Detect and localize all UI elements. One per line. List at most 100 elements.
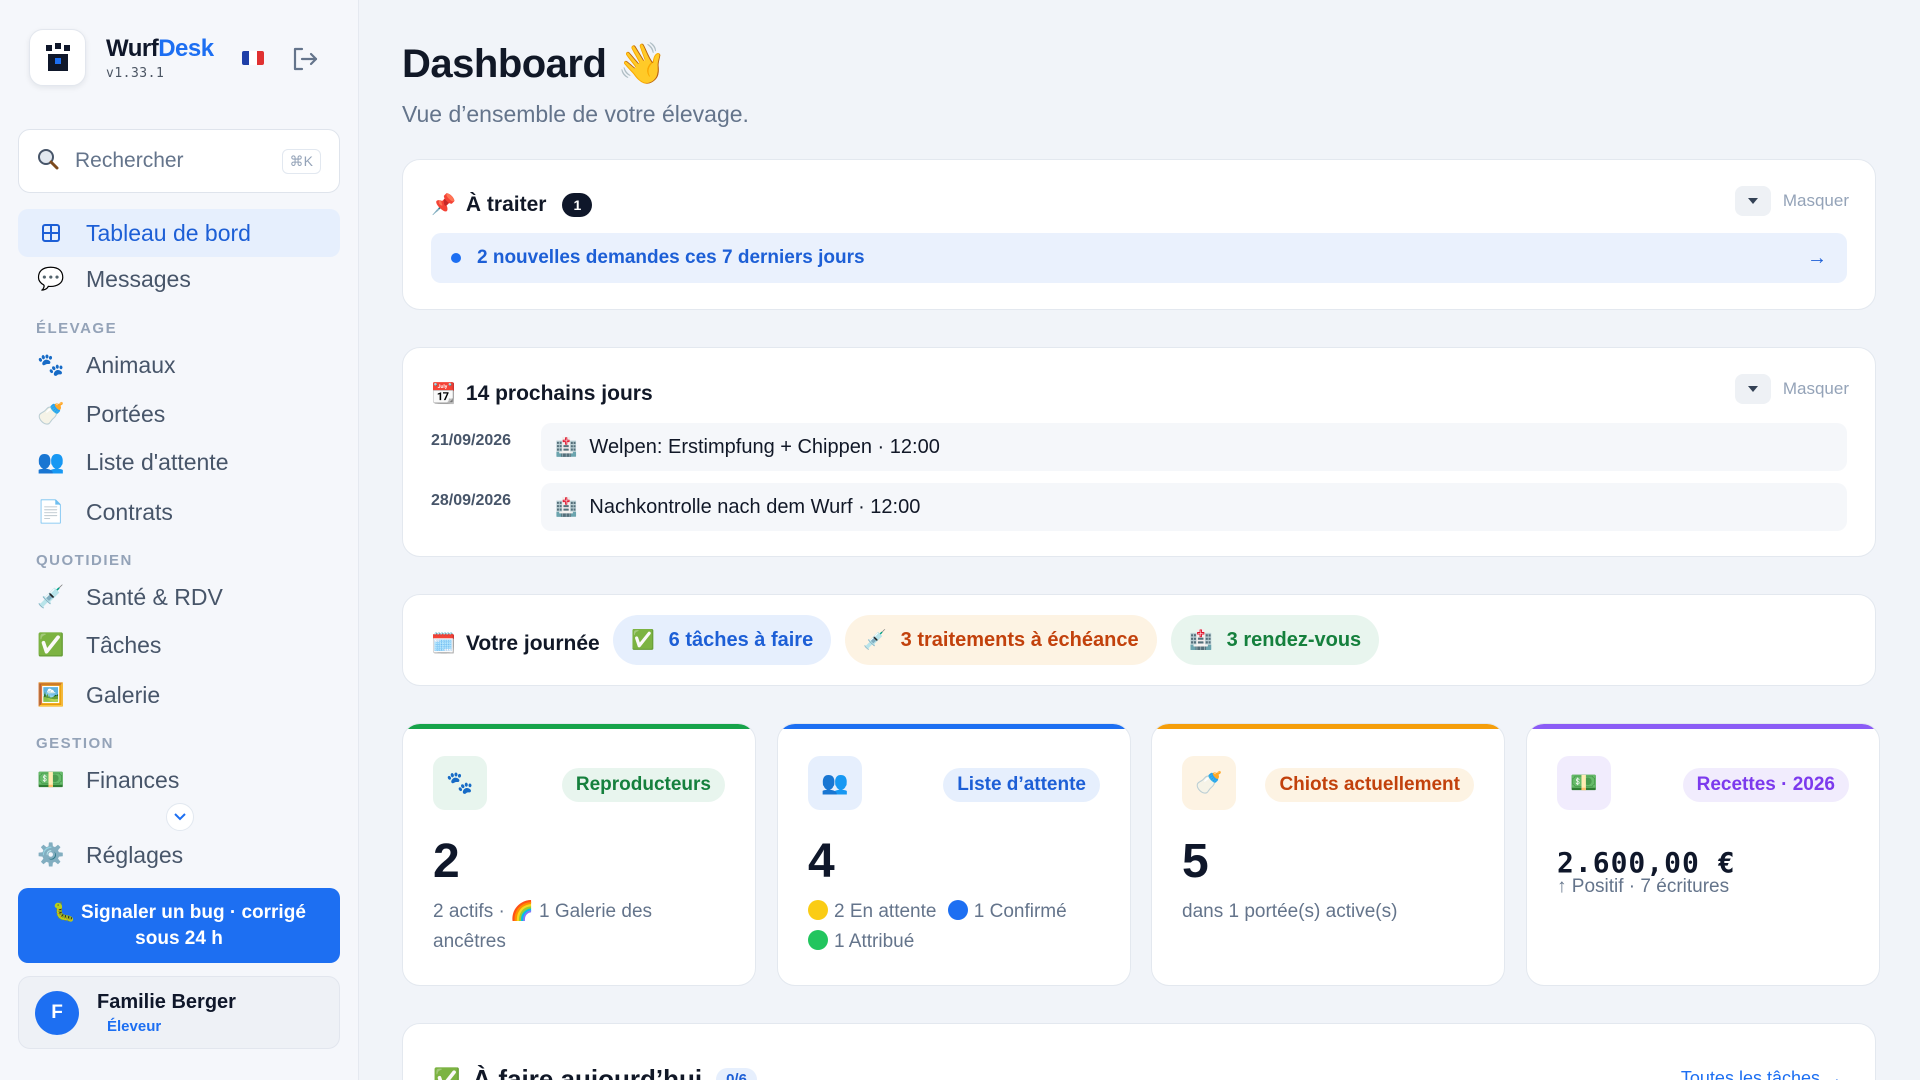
stat-value: 2 [433, 835, 460, 888]
bug-icon: 🐛 [52, 901, 82, 923]
sidebar-item-settings[interactable]: ⚙️ Réglages [18, 831, 340, 879]
sidebar-item-finances[interactable]: 💵 Finances [18, 756, 340, 804]
stat-badge: Chiots actuellement [1265, 768, 1474, 802]
sidebar-item-health[interactable]: 💉 Santé & RDV [18, 573, 340, 621]
event-date: 28/09/2026 [431, 492, 512, 509]
avatar: F [35, 990, 79, 1035]
brand[interactable]: WurfDesk v1.33.1 [29, 29, 214, 86]
stat-badge: Recettes · 2026 [1682, 768, 1849, 802]
hospital-icon: 🏥 [555, 436, 578, 457]
check-mark-icon: ✅ [37, 632, 65, 657]
search-placeholder: Rechercher [75, 149, 184, 172]
user-profile[interactable]: F Familie Berger Éleveur [18, 976, 340, 1049]
stat-value: 4 [808, 835, 835, 888]
baby-bottle-icon: 🍼 [37, 401, 65, 426]
stat-badge: Liste d’attente [943, 768, 1100, 802]
sidebar-item-label: Portées [86, 400, 166, 427]
stat-card-revenue[interactable]: 💵 Recettes · 2026 2.600,00 € ↑ Positif ·… [1526, 723, 1880, 986]
nav-section-daily: QUOTIDIEN [36, 552, 133, 569]
stat-card-puppies[interactable]: 🍼 Chiots actuellement 5 dans 1 portée(s)… [1151, 723, 1505, 986]
stat-description: dans 1 portée(s) active(s) [1182, 901, 1398, 922]
appointments-pill[interactable]: 🏥 3 rendez-vous [1171, 615, 1380, 665]
picture-icon: 🖼️ [37, 682, 65, 707]
nav-section-management: GESTION [36, 735, 115, 752]
sidebar-item-label: Animaux [86, 351, 176, 378]
nav-section-breeding: ÉLEVAGE [36, 320, 118, 337]
scroll-down-button[interactable] [166, 803, 194, 831]
upcoming-card: 📆 14 prochains jours Masquer 21/09/2026 … [402, 347, 1876, 557]
sidebar: WurfDesk v1.33.1 Rechercher ⌘K Tableau d… [0, 0, 359, 1080]
logout-icon[interactable] [291, 46, 319, 72]
card-title: Votre journée [465, 631, 600, 655]
count-badge: 1 [562, 192, 593, 217]
event-item[interactable]: 🏥 Welpen: Erstimpfung + Chippen · 12:00 [541, 423, 1847, 471]
hide-toggle[interactable]: Masquer [1734, 374, 1849, 404]
sidebar-item-label: Tâches [86, 631, 162, 658]
app-name: WurfDesk [106, 34, 214, 62]
sidebar-item-waitlist[interactable]: 👥 Liste d'attente [18, 438, 340, 486]
card-title: À faire aujourd’hui [472, 1064, 703, 1080]
sidebar-item-label: Contrats [86, 498, 173, 525]
paw-icon: 🐾 [433, 756, 487, 810]
sidebar-item-label: Réglages [86, 841, 184, 868]
sidebar-item-messages[interactable]: 💬 Messages [18, 255, 340, 303]
page-title: Dashboard 👋 [402, 42, 667, 86]
money-icon: 💵 [37, 767, 65, 792]
sidebar-item-label: Liste d'attente [86, 448, 229, 475]
sidebar-item-animals[interactable]: 🐾 Animaux [18, 341, 340, 389]
sidebar-item-label: Messages [86, 265, 191, 292]
sidebar-item-label: Santé & RDV [86, 583, 223, 610]
stat-description: ↑ Positif · 7 écritures [1557, 876, 1730, 897]
treatments-pill[interactable]: 💉 3 traitements à échéance [845, 615, 1157, 665]
gear-icon: ⚙️ [37, 842, 65, 867]
page-subtitle: Vue d’ensemble de votre élevage. [402, 101, 749, 127]
app-logo [29, 29, 86, 86]
people-icon: 👥 [808, 756, 862, 810]
chevron-down-icon [174, 813, 186, 821]
sidebar-item-gallery[interactable]: 🖼️ Galerie [18, 671, 340, 719]
all-tasks-link[interactable]: Toutes les tâches → [1681, 1068, 1843, 1080]
check-mark-icon: ✅ [631, 630, 655, 651]
event-date: 21/09/2026 [431, 432, 512, 449]
to-process-card: 📌 À traiter 1 Masquer 2 nouvelles demand… [402, 159, 1876, 310]
stat-description: 2 En attente 1 Confirmé 1 Attribué [808, 897, 1100, 957]
new-requests-alert[interactable]: 2 nouvelles demandes ces 7 derniers jour… [431, 233, 1847, 283]
calendar-icon: 📆 [431, 383, 456, 405]
check-mark-icon: ✅ [433, 1066, 461, 1080]
search-input[interactable]: Rechercher ⌘K [18, 129, 340, 193]
stat-card-waitlist[interactable]: 👥 Liste d’attente 4 2 En attente 1 Confi… [777, 723, 1131, 986]
french-flag-icon[interactable] [242, 51, 264, 65]
search-shortcut: ⌘K [281, 148, 321, 174]
document-icon: 📄 [37, 499, 65, 524]
sidebar-item-litters[interactable]: 🍼 Portées [18, 390, 340, 438]
chevron-down-icon [1734, 374, 1771, 404]
sidebar-item-dashboard[interactable]: Tableau de bord [18, 209, 340, 257]
your-day-card: 🗓️ Votre journée ✅ 6 tâches à faire 💉 3 … [402, 594, 1876, 686]
sidebar-item-contracts[interactable]: 📄 Contrats [18, 488, 340, 536]
dot-icon [451, 253, 461, 263]
hide-toggle[interactable]: Masquer [1734, 186, 1849, 216]
user-role: Éleveur [107, 1017, 162, 1035]
report-bug-button[interactable]: 🐛 Signaler un bug · corrigé sous 24 h [18, 888, 340, 963]
app-version: v1.33.1 [106, 65, 165, 81]
people-icon: 👥 [37, 449, 65, 474]
stat-card-breeders[interactable]: 🐾 Reproducteurs 2 2 actifs · 🌈 1 Galerie… [402, 723, 756, 986]
grid-icon [36, 218, 66, 248]
search-icon [37, 148, 59, 175]
tasks-pill[interactable]: ✅ 6 tâches à faire [613, 615, 832, 665]
baby-bottle-icon: 🍼 [1182, 756, 1236, 810]
calendar-icon: 🗓️ [431, 633, 456, 655]
stat-description: 2 actifs · 🌈 1 Galerie des ancêtres [433, 901, 653, 952]
sidebar-item-label: Tableau de bord [86, 219, 251, 246]
blue-circle-icon [947, 900, 968, 920]
count-badge: 0/6 [716, 1068, 757, 1080]
money-icon: 💵 [1557, 756, 1611, 810]
hospital-icon: 🏥 [1189, 630, 1213, 651]
card-title: 14 prochains jours [465, 381, 653, 405]
sidebar-item-label: Galerie [86, 681, 161, 708]
sidebar-item-label: Finances [86, 766, 180, 793]
card-title: À traiter [465, 192, 547, 216]
sidebar-item-tasks[interactable]: ✅ Tâches [18, 621, 340, 669]
event-item[interactable]: 🏥 Nachkontrolle nach dem Wurf · 12:00 [541, 483, 1847, 531]
stat-badge: Reproducteurs [561, 768, 725, 802]
